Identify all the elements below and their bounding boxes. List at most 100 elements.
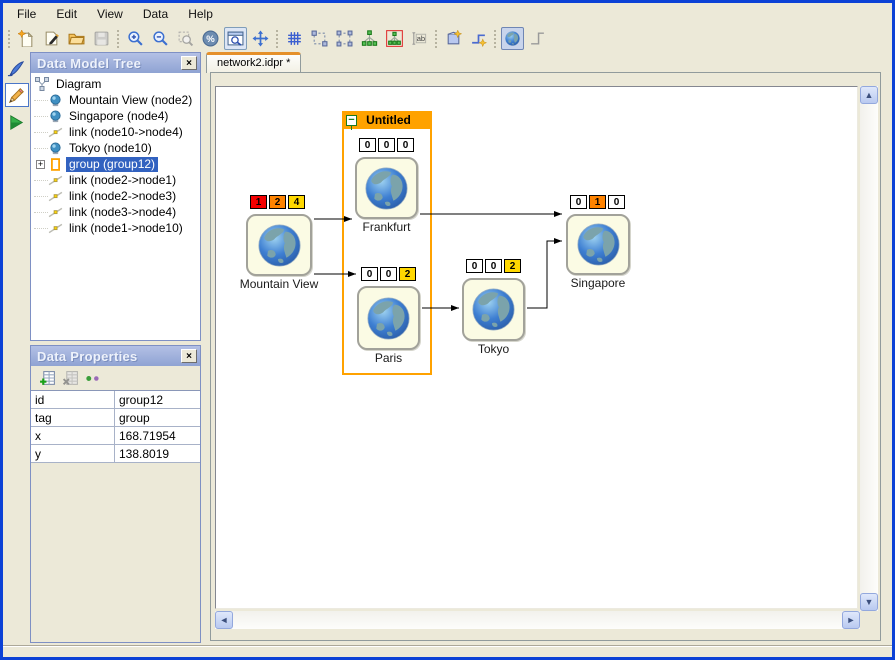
label-tool-icon[interactable]: ab xyxy=(408,27,431,50)
pencil-tool-icon[interactable] xyxy=(5,83,29,107)
layout-tree-current-icon[interactable] xyxy=(383,27,406,50)
resize-graphic-icon[interactable] xyxy=(333,27,356,50)
status-bar xyxy=(3,645,892,657)
tree-item-link-node2-node1[interactable]: link (node2->node1) xyxy=(34,172,200,188)
node-singapore[interactable] xyxy=(566,214,630,275)
run-tool-icon[interactable] xyxy=(5,110,29,134)
link-draw-icon[interactable] xyxy=(526,27,549,50)
horizontal-scrollbar[interactable]: ◄ ► xyxy=(215,611,860,629)
document-tabs: network2.idpr * xyxy=(206,52,301,73)
tree-item-link-node10-node4[interactable]: link (node10->node4) xyxy=(34,124,200,140)
collapse-icon[interactable]: − xyxy=(346,115,357,126)
node-paris[interactable] xyxy=(357,286,420,350)
overview-icon[interactable] xyxy=(224,27,247,50)
toolbar-grip[interactable] xyxy=(434,29,438,49)
globe-icon xyxy=(364,294,413,343)
menu-item-view[interactable]: View xyxy=(87,4,133,24)
diagram-canvas[interactable]: − Untitled 124Mountain View000Frankfurt0… xyxy=(215,86,858,609)
props-panel-title: Data Properties xyxy=(37,349,138,364)
scroll-down-icon[interactable]: ▼ xyxy=(860,593,878,611)
tree-item-diagram[interactable]: Diagram xyxy=(34,76,200,92)
zoom-percent-icon[interactable]: % xyxy=(199,27,222,50)
tree-item-group-group12[interactable]: +group (group12) xyxy=(34,156,200,172)
add-property-icon[interactable] xyxy=(37,368,58,388)
menu-item-edit[interactable]: Edit xyxy=(46,4,87,24)
node-tokyo[interactable] xyxy=(462,278,525,341)
edit-wizard-icon[interactable] xyxy=(40,27,63,50)
tab-network2[interactable]: network2.idpr * xyxy=(206,52,301,73)
property-row-x[interactable]: x168.71954 xyxy=(31,427,200,445)
tree-item-link-node2-node3[interactable]: link (node2->node3) xyxy=(34,188,200,204)
new-sheet-icon[interactable] xyxy=(442,27,465,50)
zoom-area-icon[interactable] xyxy=(174,27,197,50)
tree-panel-close-icon[interactable]: × xyxy=(181,56,197,70)
node-mountain-view[interactable] xyxy=(246,214,312,276)
toolbar-grip[interactable] xyxy=(493,29,497,49)
props-panel-titlebar[interactable]: Data Properties × xyxy=(31,346,200,366)
pan-icon[interactable] xyxy=(249,27,272,50)
property-key: y xyxy=(31,445,115,462)
diagram-links xyxy=(216,87,858,609)
toolbar-grip[interactable] xyxy=(275,29,279,49)
link-style-icon[interactable] xyxy=(467,27,490,50)
property-key: tag xyxy=(31,409,115,426)
node-label-paris: Paris xyxy=(375,351,402,365)
group-title: Untitled xyxy=(357,113,420,127)
remove-property-icon[interactable] xyxy=(60,368,81,388)
expand-icon[interactable]: + xyxy=(36,160,45,169)
menu-item-data[interactable]: Data xyxy=(133,4,178,24)
node-icon xyxy=(47,94,63,107)
badge: 0 xyxy=(466,259,483,273)
badge: 0 xyxy=(378,138,395,152)
badge: 0 xyxy=(361,267,378,281)
select-graphic-icon[interactable] xyxy=(308,27,331,50)
zoom-out-icon[interactable] xyxy=(149,27,172,50)
save-icon[interactable] xyxy=(90,27,113,50)
node-frankfurt[interactable] xyxy=(355,157,418,219)
vertical-scrollbar[interactable]: ▲ ▼ xyxy=(860,86,878,611)
zoom-in-icon[interactable] xyxy=(124,27,147,50)
property-row-y[interactable]: y138.8019 xyxy=(31,445,200,463)
scroll-left-icon[interactable]: ◄ xyxy=(215,611,233,629)
properties-table: idgroup12taggroupx168.71954y138.8019 xyxy=(31,390,200,463)
tree-item-link-node1-node10[interactable]: link (node1->node10) xyxy=(34,220,200,236)
tree-item-singapore-node4[interactable]: Singapore (node4) xyxy=(34,108,200,124)
property-key: x xyxy=(31,427,115,444)
property-value[interactable]: group xyxy=(115,409,200,426)
menu-item-file[interactable]: File xyxy=(7,4,46,24)
node-tool-icon[interactable] xyxy=(501,27,524,50)
open-folder-icon[interactable] xyxy=(65,27,88,50)
badge: 0 xyxy=(397,138,414,152)
link-tokyo-to-singapore[interactable] xyxy=(527,241,562,308)
menu-item-help[interactable]: Help xyxy=(178,4,223,24)
property-value[interactable]: group12 xyxy=(115,391,200,408)
property-row-tag[interactable]: taggroup xyxy=(31,409,200,427)
link-icon xyxy=(47,223,63,234)
scroll-up-icon[interactable]: ▲ xyxy=(860,86,878,104)
scroll-right-icon[interactable]: ► xyxy=(842,611,860,629)
toggle-dots-icon[interactable] xyxy=(83,368,104,388)
app-body: Data Model Tree × DiagramMountain View (… xyxy=(3,52,892,645)
new-document-icon[interactable] xyxy=(15,27,38,50)
tree-item-mountain-view-node2[interactable]: Mountain View (node2) xyxy=(34,92,200,108)
group-header[interactable]: − Untitled xyxy=(342,111,432,129)
property-value[interactable]: 168.71954 xyxy=(115,427,200,444)
badges-frankfurt: 000 xyxy=(359,138,416,152)
grid-icon[interactable] xyxy=(283,27,306,50)
badges-singapore: 010 xyxy=(570,195,627,209)
tree-item-link-node3-node4[interactable]: link (node3->node4) xyxy=(34,204,200,220)
globe-icon xyxy=(255,221,304,270)
toolbar-grip[interactable] xyxy=(116,29,120,49)
property-row-id[interactable]: idgroup12 xyxy=(31,391,200,409)
badge: 1 xyxy=(250,195,267,209)
stylus-tool-icon[interactable] xyxy=(5,56,29,80)
property-value[interactable]: 138.8019 xyxy=(115,445,200,462)
tree-item-tokyo-node10[interactable]: Tokyo (node10) xyxy=(34,140,200,156)
props-panel-close-icon[interactable]: × xyxy=(181,349,197,363)
menu-bar: FileEditViewDataHelp xyxy=(3,3,892,25)
toolbar-grip[interactable] xyxy=(7,29,11,49)
app-window: FileEditViewDataHelp % ab xyxy=(0,0,895,660)
tree-panel-titlebar[interactable]: Data Model Tree × xyxy=(31,53,200,73)
layout-tree-icon[interactable] xyxy=(358,27,381,50)
node-label-mountain-view: Mountain View xyxy=(240,277,319,291)
